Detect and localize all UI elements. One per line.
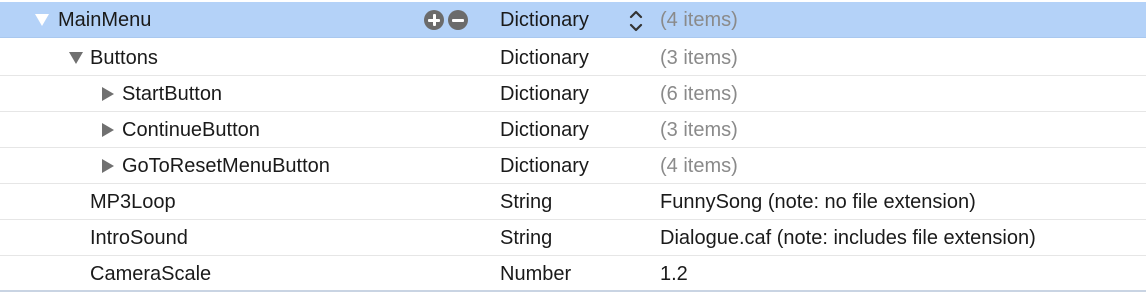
row-key[interactable]: MainMenu [58,2,151,38]
row-key[interactable]: GoToResetMenuButton [122,148,330,184]
row-type[interactable]: String [500,220,552,256]
row-value[interactable]: (3 items) [660,112,738,148]
plist-row-mainmenu[interactable]: MainMenu Dictionary (4 items) [0,2,1146,38]
row-key[interactable]: Buttons [90,40,158,76]
row-key[interactable]: CameraScale [90,256,211,292]
row-type[interactable]: String [500,184,552,220]
disclosure-triangle-right-icon[interactable] [98,76,118,112]
row-type[interactable]: Dictionary [500,40,589,76]
row-value[interactable]: Dialogue.caf (note: includes file extens… [660,220,1036,256]
row-type[interactable]: Dictionary [500,112,589,148]
plist-row-buttons[interactable]: Buttons Dictionary (3 items) [0,40,1146,76]
plus-circle-icon[interactable] [424,10,444,30]
add-remove-controls [424,10,468,30]
row-type[interactable]: Dictionary [500,76,589,112]
row-key[interactable]: IntroSound [90,220,188,256]
minus-circle-icon[interactable] [448,10,468,30]
plist-row-camerascale[interactable]: CameraScale Number 1.2 [0,256,1146,292]
row-value[interactable]: (3 items) [660,40,738,76]
plist-editor: MainMenu Dictionary (4 items) Buttons Di… [0,0,1146,298]
plist-row-mp3loop[interactable]: MP3Loop String FunnySong (note: no file … [0,184,1146,220]
row-key[interactable]: ContinueButton [122,112,260,148]
row-value[interactable]: (4 items) [660,148,738,184]
plist-row-gotoresetmenubutton[interactable]: GoToResetMenuButton Dictionary (4 items) [0,148,1146,184]
plist-row-startbutton[interactable]: StartButton Dictionary (6 items) [0,76,1146,112]
row-value[interactable]: 1.2 [660,256,688,292]
row-value[interactable]: FunnySong (note: no file extension) [660,184,976,220]
row-value[interactable]: (6 items) [660,76,738,112]
disclosure-triangle-down-icon[interactable] [32,2,52,38]
disclosure-triangle-right-icon[interactable] [98,148,118,184]
row-type[interactable]: Dictionary [500,2,589,38]
plist-row-continuebutton[interactable]: ContinueButton Dictionary (3 items) [0,112,1146,148]
row-key[interactable]: StartButton [122,76,222,112]
row-value[interactable]: (4 items) [660,2,738,38]
disclosure-triangle-down-icon[interactable] [66,40,86,76]
row-type[interactable]: Dictionary [500,148,589,184]
bottom-divider [0,290,1146,292]
disclosure-triangle-right-icon[interactable] [98,112,118,148]
up-down-chevron-icon[interactable] [628,8,644,34]
row-key[interactable]: MP3Loop [90,184,176,220]
plist-row-introsound[interactable]: IntroSound String Dialogue.caf (note: in… [0,220,1146,256]
row-type[interactable]: Number [500,256,571,292]
